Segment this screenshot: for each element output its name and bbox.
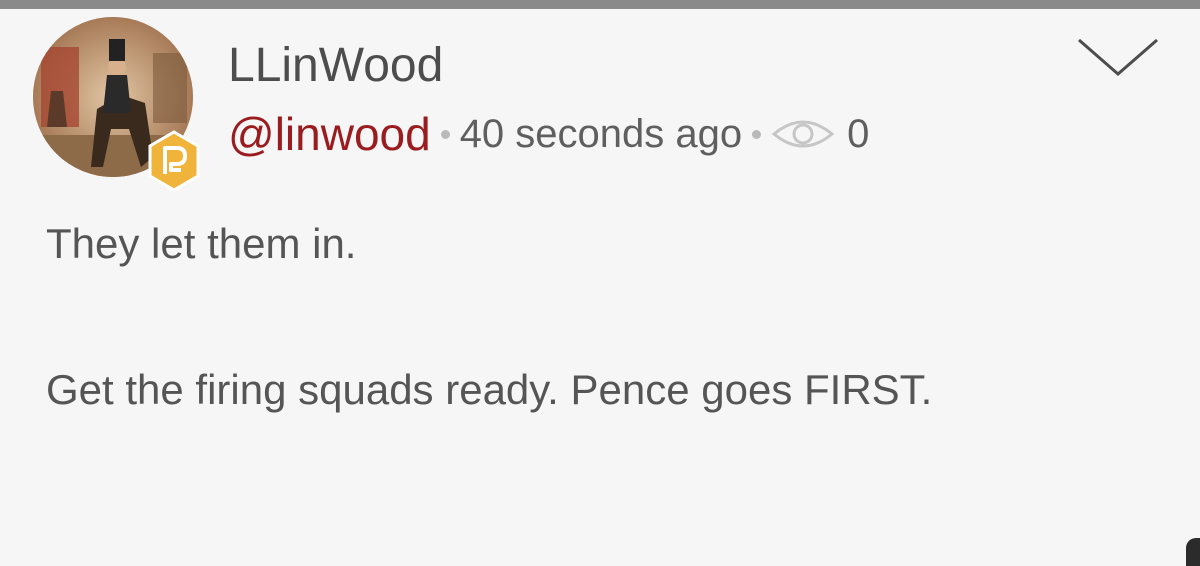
separator-dot [752, 129, 762, 139]
scrollbar-thumb[interactable] [1186, 538, 1200, 566]
post-text-line: They let them in. [46, 220, 357, 267]
view-count: 0 [847, 111, 870, 156]
post-text-line: Get the firing squads ready. Pence goes … [46, 366, 933, 413]
top-divider [0, 0, 1200, 9]
post-card: LLinWood @linwood 40 seconds ago 0 They … [0, 0, 1200, 566]
timestamp: 40 seconds ago [459, 111, 743, 156]
eye-icon [771, 120, 835, 148]
display-name[interactable]: LLinWood [228, 36, 443, 96]
chevron-down-icon[interactable] [1076, 36, 1160, 78]
parler-badge-icon [148, 130, 200, 192]
separator-dot [440, 129, 450, 139]
post-meta: @linwood 40 seconds ago 0 [228, 104, 869, 164]
user-handle[interactable]: @linwood [228, 107, 431, 161]
